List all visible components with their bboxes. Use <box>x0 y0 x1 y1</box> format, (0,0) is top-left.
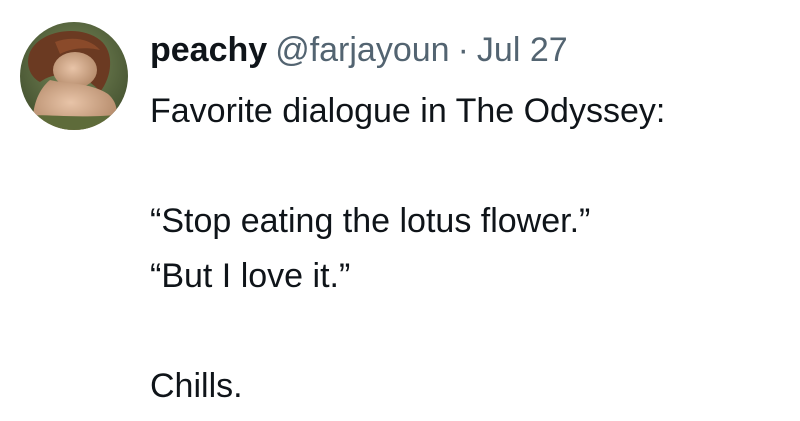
tweet-text-line: “But I love it.” <box>150 257 351 295</box>
tweet-text-line: “Stop eating the lotus flower.” <box>150 202 591 240</box>
tweet-text-line: Chills. <box>150 367 243 405</box>
tweet-date[interactable]: Jul 27 <box>477 31 568 69</box>
author-handle[interactable]: @farjayoun <box>275 31 449 69</box>
tweet-text-line: Favorite dialogue in The Odyssey: <box>150 92 666 130</box>
avatar-painting-icon <box>20 22 128 130</box>
author-avatar[interactable] <box>20 22 128 130</box>
tweet[interactable]: peachy @farjayoun · Jul 27 Favorite dialogu… <box>0 0 800 421</box>
header-separator: · <box>457 31 469 69</box>
author-name[interactable]: peachy <box>150 31 267 69</box>
tweet-text: Favorite dialogue in The Odyssey: “Stop … <box>150 84 780 414</box>
tweet-header: peachy @farjayoun · Jul 27 <box>150 28 568 72</box>
